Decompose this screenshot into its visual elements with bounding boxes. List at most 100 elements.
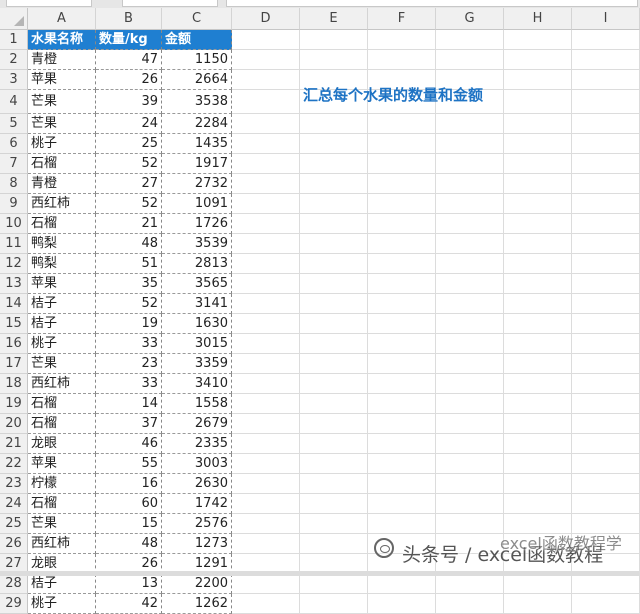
empty-cell[interactable] bbox=[504, 394, 572, 414]
empty-cell[interactable] bbox=[504, 414, 572, 434]
qty-cell[interactable]: 51 bbox=[96, 254, 162, 274]
empty-cell[interactable] bbox=[572, 314, 640, 334]
empty-cell[interactable] bbox=[572, 414, 640, 434]
empty-cell[interactable] bbox=[572, 434, 640, 454]
fruit-cell[interactable]: 石榴 bbox=[28, 154, 96, 174]
qty-cell[interactable]: 24 bbox=[96, 114, 162, 134]
row-header[interactable]: 7 bbox=[0, 154, 28, 174]
empty-cell[interactable] bbox=[232, 354, 300, 374]
empty-cell[interactable] bbox=[436, 574, 504, 594]
amount-cell[interactable]: 2576 bbox=[162, 514, 232, 534]
empty-cell[interactable] bbox=[232, 254, 300, 274]
amount-cell[interactable]: 3141 bbox=[162, 294, 232, 314]
empty-cell[interactable] bbox=[368, 274, 436, 294]
empty-cell[interactable] bbox=[436, 254, 504, 274]
empty-cell[interactable] bbox=[368, 334, 436, 354]
row-header[interactable]: 15 bbox=[0, 314, 28, 334]
empty-cell[interactable] bbox=[504, 90, 572, 114]
row-header[interactable]: 17 bbox=[0, 354, 28, 374]
amount-cell[interactable]: 1091 bbox=[162, 194, 232, 214]
empty-cell[interactable] bbox=[368, 174, 436, 194]
fruit-cell[interactable]: 桃子 bbox=[28, 134, 96, 154]
qty-cell[interactable]: 14 bbox=[96, 394, 162, 414]
empty-cell[interactable] bbox=[232, 134, 300, 154]
empty-cell[interactable] bbox=[368, 214, 436, 234]
empty-cell[interactable] bbox=[300, 414, 368, 434]
empty-cell[interactable] bbox=[368, 114, 436, 134]
row-header[interactable]: 19 bbox=[0, 394, 28, 414]
fruit-cell[interactable]: 西红柿 bbox=[28, 534, 96, 554]
empty-cell[interactable] bbox=[300, 434, 368, 454]
empty-cell[interactable] bbox=[572, 214, 640, 234]
fruit-cell[interactable]: 芒果 bbox=[28, 354, 96, 374]
amount-cell[interactable]: 2813 bbox=[162, 254, 232, 274]
empty-cell[interactable] bbox=[232, 534, 300, 554]
empty-cell[interactable] bbox=[232, 394, 300, 414]
row-header[interactable]: 9 bbox=[0, 194, 28, 214]
empty-cell[interactable] bbox=[436, 494, 504, 514]
amount-cell[interactable]: 2732 bbox=[162, 174, 232, 194]
amount-cell[interactable]: 1262 bbox=[162, 594, 232, 614]
qty-cell[interactable]: 25 bbox=[96, 134, 162, 154]
empty-cell[interactable] bbox=[436, 594, 504, 614]
fruit-cell[interactable]: 苹果 bbox=[28, 70, 96, 90]
empty-cell[interactable] bbox=[300, 494, 368, 514]
fruit-cell[interactable]: 苹果 bbox=[28, 274, 96, 294]
fruit-cell[interactable]: 西红柿 bbox=[28, 194, 96, 214]
fruit-cell[interactable]: 桔子 bbox=[28, 574, 96, 594]
amount-cell[interactable]: 1917 bbox=[162, 154, 232, 174]
empty-cell[interactable] bbox=[504, 194, 572, 214]
empty-cell[interactable] bbox=[436, 194, 504, 214]
empty-cell[interactable] bbox=[504, 274, 572, 294]
qty-cell[interactable]: 39 bbox=[96, 90, 162, 114]
fruit-cell[interactable]: 石榴 bbox=[28, 414, 96, 434]
empty-cell[interactable] bbox=[572, 474, 640, 494]
row-header[interactable]: 8 bbox=[0, 174, 28, 194]
empty-cell[interactable] bbox=[504, 50, 572, 70]
amount-cell[interactable]: 1435 bbox=[162, 134, 232, 154]
empty-cell[interactable] bbox=[300, 254, 368, 274]
empty-cell[interactable] bbox=[368, 474, 436, 494]
qty-cell[interactable]: 35 bbox=[96, 274, 162, 294]
empty-cell[interactable] bbox=[436, 474, 504, 494]
empty-cell[interactable] bbox=[572, 194, 640, 214]
row-header[interactable]: 5 bbox=[0, 114, 28, 134]
empty-cell[interactable] bbox=[368, 414, 436, 434]
empty-cell[interactable] bbox=[504, 374, 572, 394]
row-header[interactable]: 21 bbox=[0, 434, 28, 454]
fruit-cell[interactable]: 桃子 bbox=[28, 334, 96, 354]
header-cell-qty[interactable]: 数量/kg bbox=[96, 30, 162, 50]
empty-cell[interactable] bbox=[368, 234, 436, 254]
amount-cell[interactable]: 2335 bbox=[162, 434, 232, 454]
empty-cell[interactable] bbox=[504, 454, 572, 474]
column-header-a[interactable]: A bbox=[28, 8, 96, 30]
empty-cell[interactable] bbox=[300, 214, 368, 234]
empty-cell[interactable] bbox=[232, 494, 300, 514]
empty-cell[interactable] bbox=[436, 454, 504, 474]
empty-cell[interactable] bbox=[300, 30, 368, 50]
row-header[interactable]: 14 bbox=[0, 294, 28, 314]
empty-cell[interactable] bbox=[300, 374, 368, 394]
amount-cell[interactable]: 3359 bbox=[162, 354, 232, 374]
empty-cell[interactable] bbox=[368, 50, 436, 70]
row-header[interactable]: 11 bbox=[0, 234, 28, 254]
fruit-cell[interactable]: 桃子 bbox=[28, 594, 96, 614]
row-header[interactable]: 29 bbox=[0, 594, 28, 614]
empty-cell[interactable] bbox=[368, 594, 436, 614]
qty-cell[interactable]: 23 bbox=[96, 354, 162, 374]
empty-cell[interactable] bbox=[436, 294, 504, 314]
empty-cell[interactable] bbox=[436, 174, 504, 194]
amount-cell[interactable]: 1742 bbox=[162, 494, 232, 514]
row-header[interactable]: 28 bbox=[0, 574, 28, 594]
fruit-cell[interactable]: 柠檬 bbox=[28, 474, 96, 494]
column-header-c[interactable]: C bbox=[162, 8, 232, 30]
fruit-cell[interactable]: 芒果 bbox=[28, 114, 96, 134]
column-header-f[interactable]: F bbox=[368, 8, 436, 30]
row-header[interactable]: 26 bbox=[0, 534, 28, 554]
amount-cell[interactable]: 2679 bbox=[162, 414, 232, 434]
empty-cell[interactable] bbox=[232, 274, 300, 294]
empty-cell[interactable] bbox=[232, 50, 300, 70]
empty-cell[interactable] bbox=[572, 50, 640, 70]
empty-cell[interactable] bbox=[572, 254, 640, 274]
row-header[interactable]: 3 bbox=[0, 70, 28, 90]
